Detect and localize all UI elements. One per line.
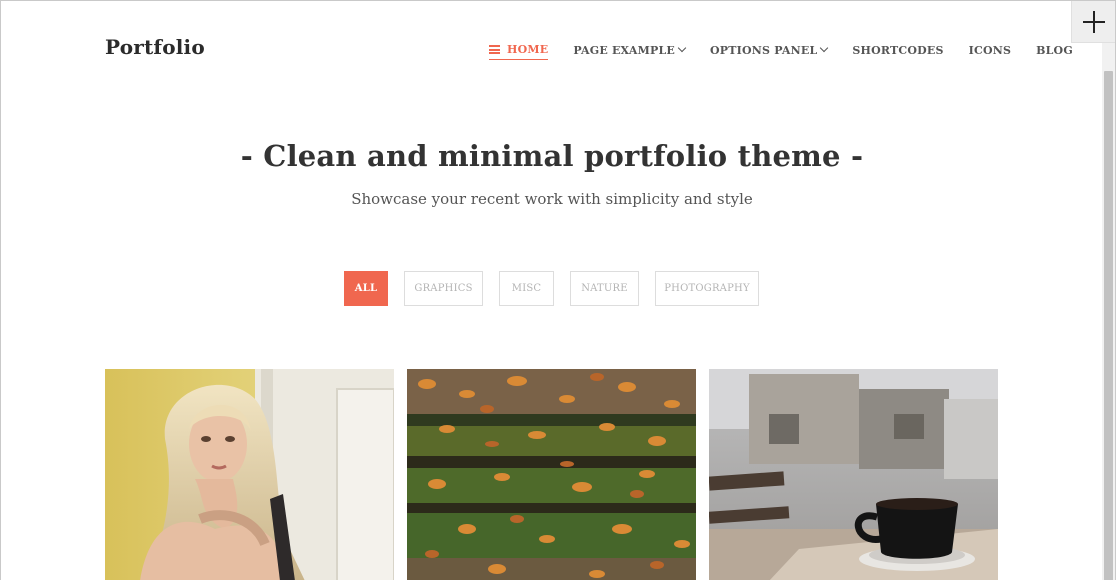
scrollbar[interactable] bbox=[1102, 43, 1115, 580]
portfolio-item-leaves[interactable] bbox=[407, 369, 696, 580]
nav-blog[interactable]: BLOG bbox=[1036, 44, 1073, 57]
menu-icon bbox=[489, 45, 500, 54]
filter-misc[interactable]: MISC bbox=[499, 271, 554, 306]
autumn-leaves-steps-photo bbox=[407, 369, 696, 580]
nav-options-panel-label: OPTIONS PANEL bbox=[710, 43, 818, 57]
nav-page-example-label: PAGE EXAMPLE bbox=[573, 43, 675, 57]
nav-icons[interactable]: ICONS bbox=[969, 44, 1011, 57]
nav-page-example[interactable]: PAGE EXAMPLE bbox=[573, 43, 687, 57]
page-title: - Clean and minimal portfolio theme - bbox=[240, 139, 864, 173]
coffee-cup-photo bbox=[709, 369, 998, 580]
filter-graphics[interactable]: GRAPHICS bbox=[404, 271, 483, 306]
nav-blog-label: BLOG bbox=[1036, 43, 1073, 57]
woman-portrait-photo bbox=[105, 369, 394, 580]
main-nav: HOME PAGE EXAMPLE OPTIONS PANEL SHORTCOD… bbox=[489, 42, 1073, 60]
chevron-down-icon bbox=[820, 43, 829, 53]
filter-photography[interactable]: PHOTOGRAPHY bbox=[655, 271, 759, 306]
nav-options-panel[interactable]: OPTIONS PANEL bbox=[710, 43, 829, 57]
portfolio-item-coffee[interactable] bbox=[709, 369, 998, 580]
nav-shortcodes[interactable]: SHORTCODES bbox=[852, 44, 943, 57]
filter-all[interactable]: ALL bbox=[344, 271, 388, 306]
nav-icons-label: ICONS bbox=[968, 43, 1012, 57]
page-subtitle: Showcase your recent work with simplicit… bbox=[351, 190, 753, 208]
scrollbar-thumb[interactable] bbox=[1104, 71, 1113, 580]
plus-icon-vertical bbox=[1093, 11, 1095, 33]
nav-shortcodes-label: SHORTCODES bbox=[852, 43, 944, 57]
site-logo[interactable]: Portfolio bbox=[105, 35, 205, 59]
page: Portfolio HOME PAGE EXAMPLE OPTIONS PANE… bbox=[0, 0, 1116, 580]
nav-home[interactable]: HOME bbox=[489, 43, 549, 60]
portfolio-item-portrait[interactable] bbox=[105, 369, 394, 580]
chevron-down-icon bbox=[677, 43, 687, 53]
nav-home-label: HOME bbox=[507, 43, 549, 56]
add-button[interactable] bbox=[1071, 1, 1115, 43]
filter-nature[interactable]: NATURE bbox=[570, 271, 639, 306]
